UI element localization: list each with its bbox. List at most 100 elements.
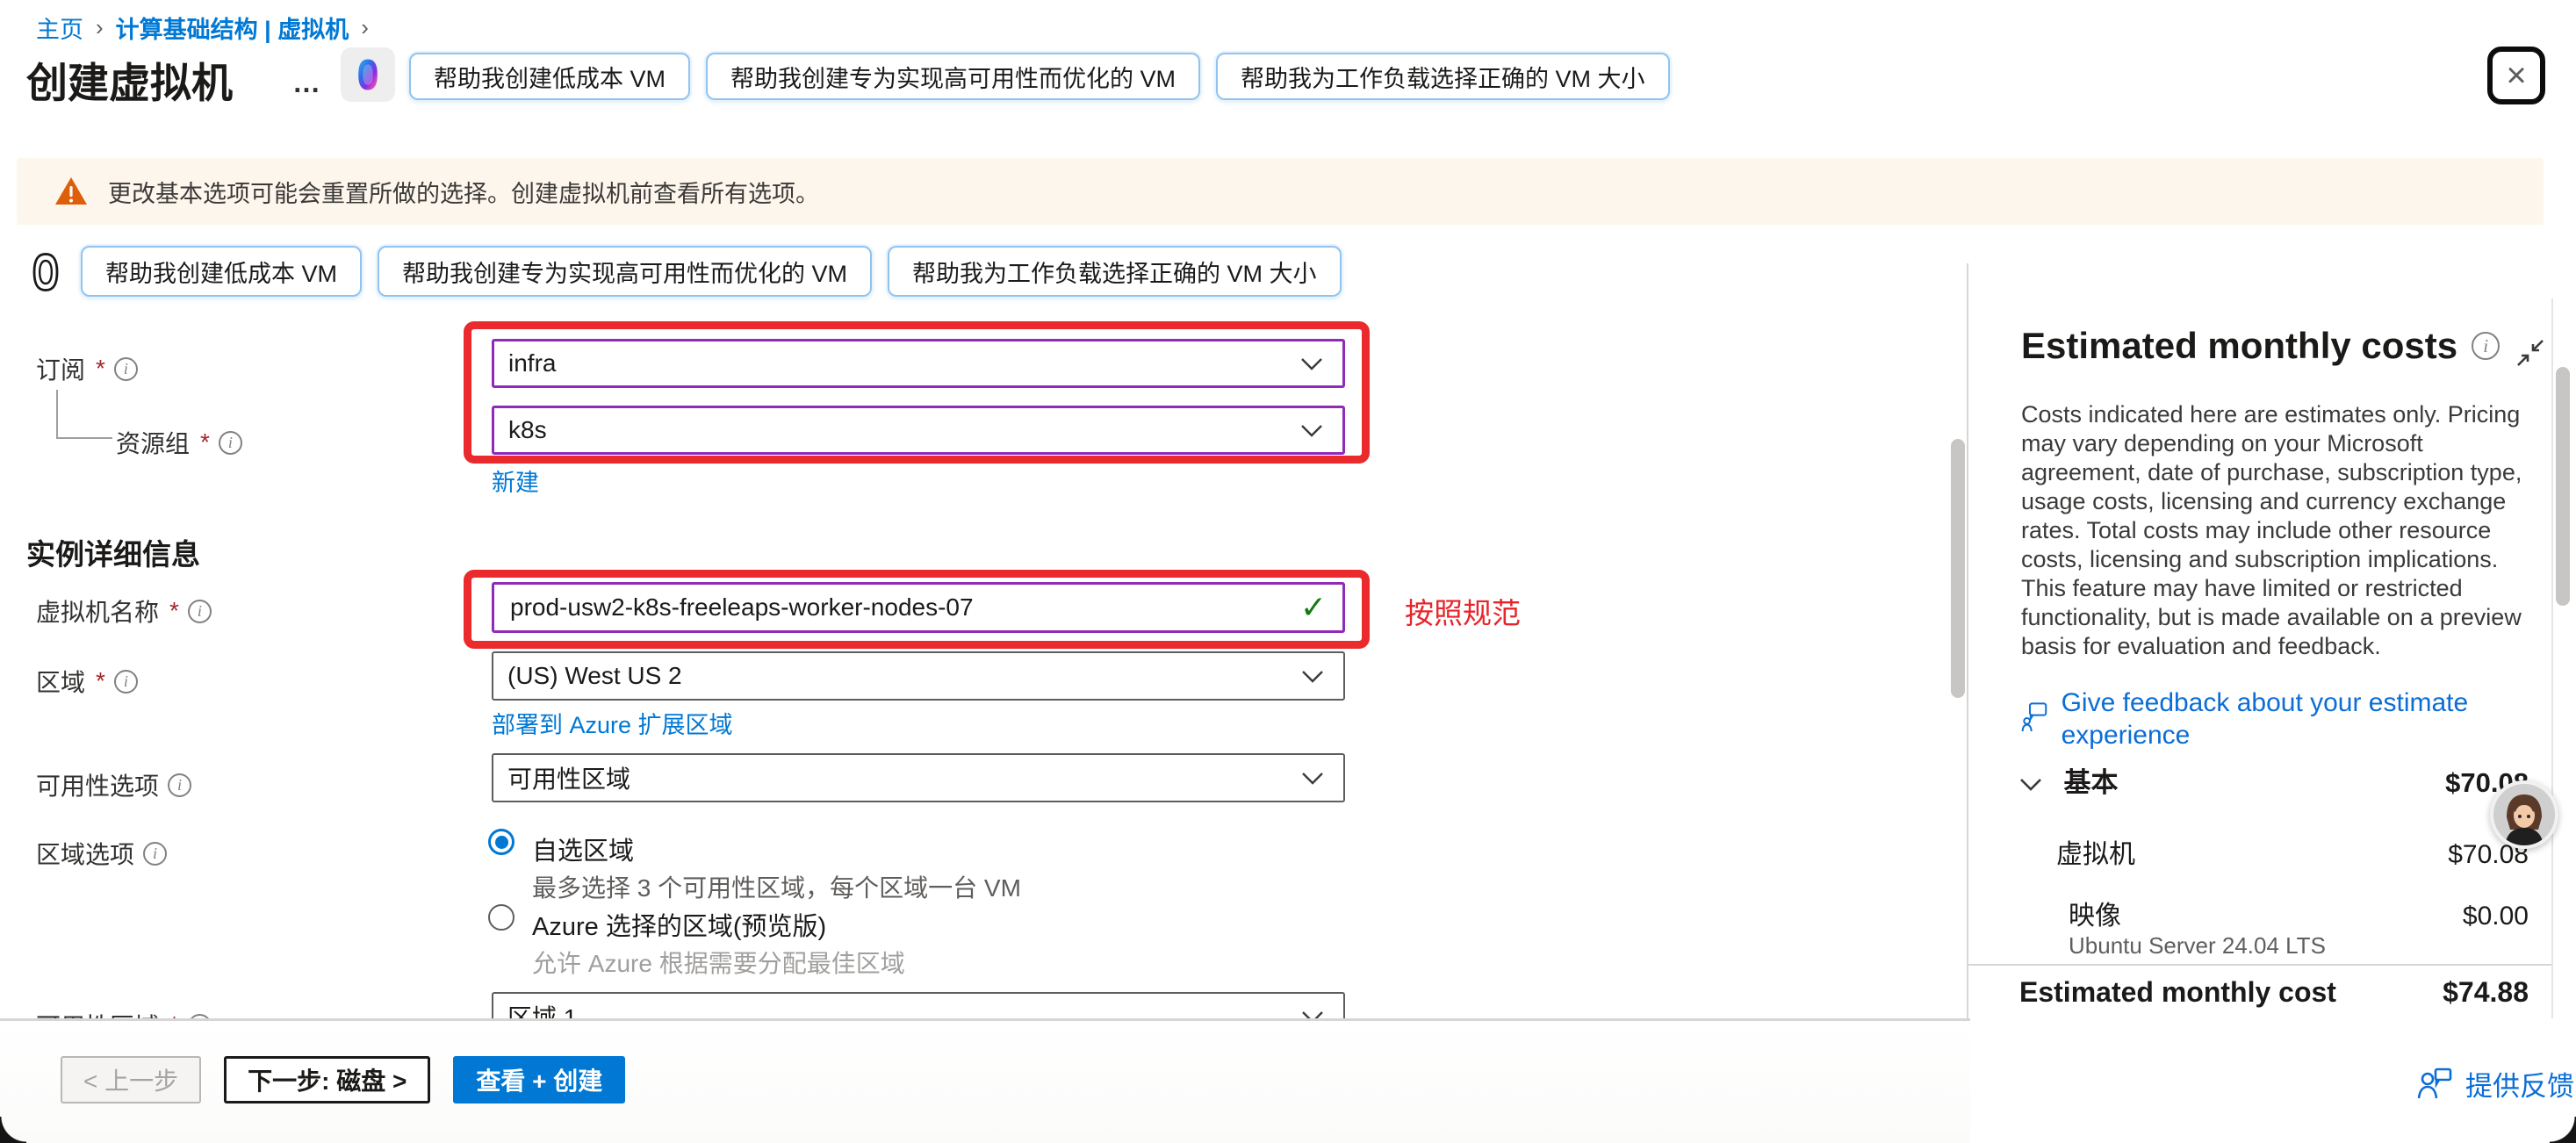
radio-self-selected-zone-label[interactable]: 自选区域 — [532, 830, 634, 867]
next-disks-button[interactable]: 下一步: 磁盘 > — [224, 1056, 430, 1103]
chevron-down-icon[interactable] — [2019, 778, 2042, 792]
review-create-button[interactable]: 查看 + 创建 — [453, 1056, 625, 1103]
panel-divider — [1968, 964, 2551, 966]
warning-text: 更改基本选项可能会重置所做的选择。创建虚拟机前查看所有选项。 — [108, 175, 819, 209]
create-new-resource-group-link[interactable]: 新建 — [492, 464, 539, 498]
feedback-bubbles-icon — [2021, 699, 2049, 737]
copilot-suggestions-inline: 帮助我创建低成本 VM 帮助我创建专为实现高可用性而优化的 VM 帮助我为工作负… — [81, 246, 1342, 297]
required-asterisk: * — [96, 355, 105, 383]
previous-button[interactable]: < 上一步 — [61, 1056, 201, 1103]
subscription-label: 订阅 * i — [36, 351, 138, 386]
resource-group-dropdown[interactable]: k8s — [492, 406, 1345, 455]
info-icon[interactable]: i — [219, 431, 242, 455]
collapse-icon[interactable] — [2513, 335, 2548, 370]
required-asterisk: * — [200, 428, 210, 456]
availability-zone-dropdown[interactable]: 区域 1 — [492, 992, 1345, 1020]
suggestion-vm-size-button[interactable]: 帮助我为工作负载选择正确的 VM 大小 — [888, 246, 1342, 297]
cost-item-value: $0.00 — [2463, 902, 2529, 931]
total-cost-row: Estimated monthly cost $74.88 — [2019, 976, 2529, 1009]
more-options-button[interactable]: … — [292, 67, 323, 99]
breadcrumb-home-link[interactable]: 主页 — [36, 11, 83, 45]
close-button[interactable]: × — [2487, 47, 2545, 104]
cost-item-label: 虚拟机 — [2056, 832, 2135, 871]
copilot-button[interactable] — [341, 47, 395, 102]
cost-item-sublabel: Ubuntu Server 24.04 LTS — [2069, 932, 2326, 960]
zone-options-label-text: 区域选项 — [36, 836, 134, 871]
give-feedback-link[interactable]: 提供反馈 — [2416, 1064, 2574, 1103]
cost-item-vm: 虚拟机 $70.08 — [2056, 832, 2529, 871]
radio-azure-selected-zone-desc: 允许 Azure 根据需要分配最佳区域 — [532, 945, 905, 980]
info-icon[interactable]: i — [188, 600, 212, 623]
instance-details-heading: 实例详细信息 — [26, 531, 200, 573]
cost-item-image: 映像 $0.00 — [2069, 894, 2529, 932]
resource-group-label-text: 资源组 — [116, 425, 190, 460]
suggestion-high-availability-button[interactable]: 帮助我创建专为实现高可用性而优化的 VM — [378, 246, 872, 297]
cost-panel-title-row: Estimated monthly costs i — [2021, 325, 2500, 367]
copilot-icon — [350, 57, 385, 92]
give-feedback-text: 提供反馈 — [2465, 1064, 2574, 1103]
copilot-outline-icon[interactable] — [23, 249, 68, 295]
suggestion-low-cost-button[interactable]: 帮助我创建低成本 VM — [409, 53, 690, 100]
required-asterisk: * — [169, 597, 179, 625]
availability-zone-value: 区域 1 — [507, 999, 577, 1020]
required-asterisk: * — [96, 667, 105, 695]
availability-zone-row: 可用性区域* i 区域 1 — [0, 981, 1967, 1020]
avatar[interactable] — [2490, 780, 2558, 849]
panel-divider — [1967, 263, 1968, 1020]
scrollbar-thumb[interactable] — [2556, 367, 2570, 606]
breadcrumb-chevron-icon: › — [361, 14, 369, 41]
create-vm-page: 主页 › 计算基础结构 | 虚拟机 › 创建虚拟机 … 帮助我创建低成本 VM … — [0, 0, 2576, 1143]
checkmark-icon: ✓ — [1300, 589, 1327, 626]
cost-item-label: 映像 — [2069, 894, 2121, 932]
person-feedback-icon — [2416, 1067, 2453, 1102]
wizard-buttons: < 上一步 下一步: 磁盘 > 查看 + 创建 — [61, 1056, 625, 1103]
deploy-extended-zones-link[interactable]: 部署到 Azure 扩展区域 — [492, 706, 733, 740]
vm-name-label: 虚拟机名称* i — [36, 593, 212, 629]
total-cost-label: Estimated monthly cost — [2019, 976, 2336, 1009]
vm-name-field: ✓ — [492, 582, 1345, 633]
breadcrumb-chevron-icon: › — [96, 14, 104, 41]
breadcrumb-section-link[interactable]: 计算基础结构 | 虚拟机 — [116, 11, 349, 45]
estimate-feedback-text: Give feedback about your estimate experi… — [2062, 687, 2513, 751]
subscription-dropdown[interactable]: infra — [492, 339, 1345, 388]
scrollbar-thumb[interactable] — [1951, 439, 1965, 698]
breadcrumb: 主页 › 计算基础结构 | 虚拟机 › — [36, 11, 369, 45]
page-title: 创建虚拟机 — [26, 49, 233, 110]
region-label: 区域* i — [36, 664, 138, 699]
chevron-down-icon — [1300, 424, 1323, 437]
availability-options-label: 可用性选项 i — [36, 767, 191, 802]
zone-options-label: 区域选项 i — [36, 836, 167, 871]
availability-options-value: 可用性区域 — [507, 760, 630, 795]
chevron-down-icon — [1301, 772, 1324, 785]
annotation-text: 按照规范 — [1405, 590, 1521, 632]
radio-self-selected-zone[interactable] — [488, 829, 514, 855]
suggestion-high-availability-button[interactable]: 帮助我创建专为实现高可用性而优化的 VM — [706, 53, 1200, 100]
hierarchy-connector — [56, 390, 112, 439]
close-icon: × — [2506, 58, 2526, 93]
info-icon[interactable]: i — [114, 670, 138, 694]
cost-group-label: 基本 — [2063, 767, 2118, 798]
info-icon[interactable]: i — [2472, 332, 2500, 360]
resource-group-label: 资源组 * i — [116, 425, 242, 460]
subscription-label-text: 订阅 — [36, 351, 85, 386]
radio-azure-selected-zone[interactable] — [488, 904, 514, 931]
warning-icon — [54, 176, 89, 207]
region-value: (US) West US 2 — [507, 662, 682, 690]
radio-azure-selected-zone-label[interactable]: Azure 选择的区域(预览版) — [532, 906, 826, 943]
region-dropdown[interactable]: (US) West US 2 — [492, 651, 1345, 701]
cost-panel-title: Estimated monthly costs — [2021, 325, 2457, 367]
suggestion-vm-size-button[interactable]: 帮助我为工作负载选择正确的 VM 大小 — [1216, 53, 1670, 100]
resource-group-value: k8s — [508, 416, 547, 444]
cost-group-basics: 基本 $70.08 — [2019, 760, 2529, 800]
info-icon[interactable]: i — [114, 357, 138, 381]
suggestion-low-cost-button[interactable]: 帮助我创建低成本 VM — [81, 246, 362, 297]
estimate-feedback-link[interactable]: Give feedback about your estimate experi… — [2021, 687, 2513, 751]
cost-panel-description: Costs indicated here are estimates only.… — [2021, 400, 2548, 661]
subscription-value: infra — [508, 349, 556, 377]
chevron-down-icon — [1301, 670, 1324, 683]
availability-options-dropdown[interactable]: 可用性区域 — [492, 753, 1345, 802]
info-icon[interactable]: i — [168, 773, 191, 797]
vm-name-input[interactable] — [510, 593, 1300, 622]
info-icon[interactable]: i — [143, 842, 167, 866]
total-cost-value: $74.88 — [2443, 976, 2529, 1009]
